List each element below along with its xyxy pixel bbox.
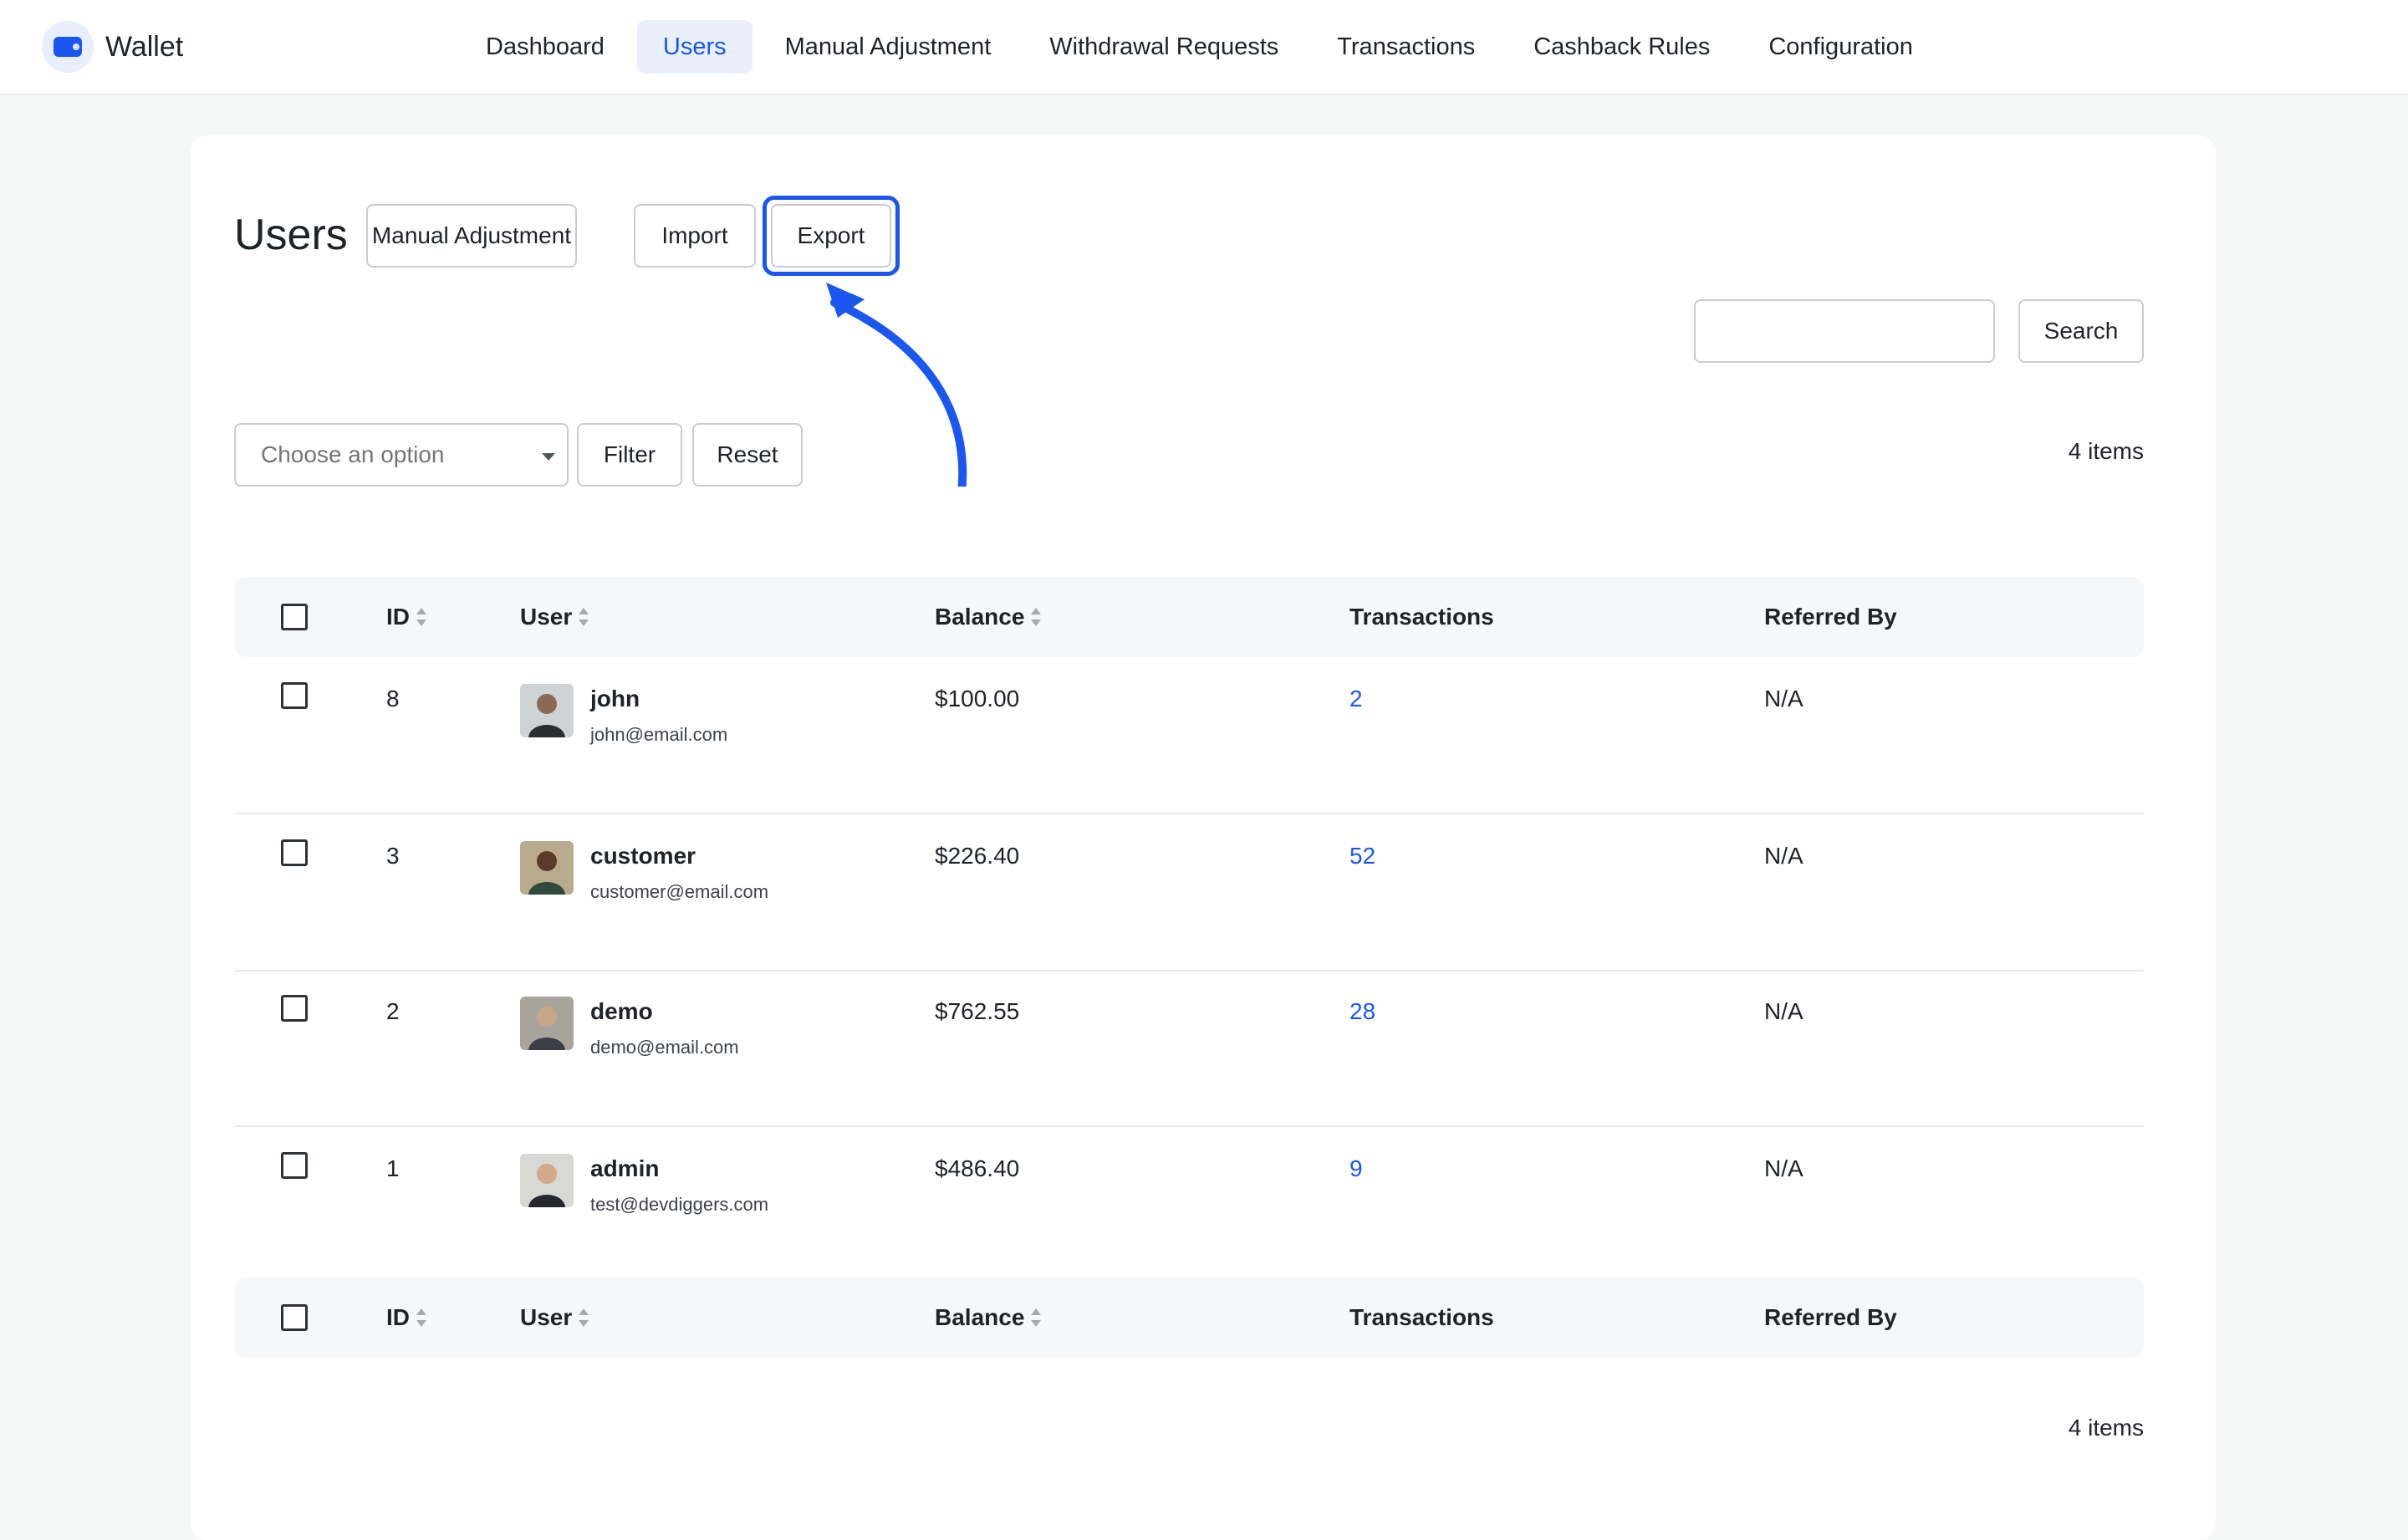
sort-icon: [416, 1307, 426, 1328]
brand[interactable]: Wallet: [42, 20, 183, 74]
user-name[interactable]: admin: [590, 1155, 659, 1182]
user-name[interactable]: demo: [590, 998, 653, 1025]
reset-button[interactable]: Reset: [692, 423, 803, 487]
app-name: Wallet: [105, 30, 184, 63]
user-name[interactable]: john: [590, 686, 640, 712]
balance: $762.55: [935, 998, 1020, 1024]
nav-item-users[interactable]: Users: [636, 20, 752, 74]
table-header: ID User Balance Transactions Referred By: [234, 577, 2144, 657]
avatar: [520, 1154, 574, 1207]
column-transactions: Transactions: [1349, 1304, 1494, 1330]
avatar: [520, 841, 574, 895]
nav-item-transactions[interactable]: Transactions: [1311, 20, 1501, 74]
user-email: john@email.com: [590, 724, 728, 745]
column-id-label: ID: [386, 604, 410, 630]
select-all-checkbox[interactable]: [281, 604, 308, 630]
sort-icon: [1031, 1307, 1042, 1328]
avatar: [520, 997, 574, 1050]
transactions-link[interactable]: 52: [1349, 843, 1375, 869]
user-email: customer@email.com: [590, 881, 769, 902]
items-count-bottom: 4 items: [2068, 1415, 2144, 1441]
nav-item-configuration[interactable]: Configuration: [1742, 20, 1939, 74]
row-id: 1: [386, 1155, 400, 1181]
column-balance[interactable]: Balance: [935, 577, 1042, 657]
items-count-top: 4 items: [2068, 438, 2144, 464]
chevron-down-icon: [542, 453, 555, 461]
transactions-link[interactable]: 9: [1349, 1155, 1363, 1182]
nav-item-withdrawal-requests[interactable]: Withdrawal Requests: [1023, 20, 1304, 74]
transactions-link[interactable]: 28: [1349, 998, 1375, 1025]
nav-item-manual-adjustment[interactable]: Manual Adjustment: [759, 20, 1018, 74]
row-id: 8: [386, 686, 400, 711]
main-nav: Dashboard Users Manual Adjustment Withdr…: [460, 20, 1946, 74]
row-checkbox[interactable]: [281, 839, 308, 866]
select-all-checkbox[interactable]: [281, 1304, 308, 1331]
referred-by: N/A: [1764, 1155, 1803, 1181]
referred-by: N/A: [1764, 998, 1803, 1024]
column-balance-label: Balance: [935, 604, 1025, 630]
wallet-icon: [42, 21, 94, 73]
column-balance-label: Balance: [935, 1304, 1025, 1330]
balance: $226.40: [935, 843, 1020, 869]
table-row: 8 john john@email.com $100.00 2 N/A: [234, 657, 2144, 814]
sort-icon: [1031, 606, 1042, 628]
user-name[interactable]: customer: [590, 843, 696, 869]
column-id-label: ID: [386, 1304, 410, 1330]
row-id: 3: [386, 843, 400, 869]
filter-select-placeholder: Choose an option: [261, 441, 445, 467]
column-id[interactable]: ID: [386, 1277, 426, 1358]
column-user-label: User: [520, 604, 573, 630]
search-input[interactable]: [1694, 299, 1995, 363]
balance: $100.00: [935, 686, 1020, 711]
column-user[interactable]: User: [520, 1277, 589, 1358]
filter-select[interactable]: Choose an option: [234, 423, 569, 487]
nav-item-dashboard[interactable]: Dashboard: [460, 20, 630, 74]
filter-button[interactable]: Filter: [577, 423, 682, 487]
column-referred-by: Referred By: [1764, 604, 1897, 630]
table-footer: ID User Balance Transactions Referred By: [234, 1277, 2144, 1358]
top-bar: Wallet Dashboard Users Manual Adjustment…: [0, 0, 2408, 95]
sort-icon: [416, 606, 426, 628]
column-balance[interactable]: Balance: [935, 1277, 1042, 1358]
avatar: [520, 684, 574, 737]
column-referred-by: Referred By: [1764, 1304, 1897, 1330]
balance: $486.40: [935, 1155, 1020, 1181]
sort-icon: [579, 1307, 589, 1328]
user-email: demo@email.com: [590, 1037, 739, 1058]
transactions-link[interactable]: 2: [1349, 686, 1363, 712]
column-id[interactable]: ID: [386, 577, 426, 657]
column-user[interactable]: User: [520, 577, 589, 657]
table-row: 1 admin test@devdiggers.com $486.40 9 N/…: [234, 1127, 2144, 1282]
table-row: 2 demo demo@email.com $762.55 28 N/A: [234, 970, 2144, 1127]
column-transactions: Transactions: [1349, 604, 1494, 630]
search-button[interactable]: Search: [2018, 299, 2144, 363]
referred-by: N/A: [1764, 843, 1803, 869]
table-row: 3 customer customer@email.com $226.40 52…: [234, 814, 2144, 971]
row-checkbox[interactable]: [281, 682, 308, 709]
users-card: Users Manual Adjustment Import Export Se…: [191, 135, 2216, 1540]
sort-icon: [579, 606, 589, 628]
column-user-label: User: [520, 1304, 573, 1330]
referred-by: N/A: [1764, 686, 1803, 711]
user-email: test@devdiggers.com: [590, 1194, 769, 1215]
row-checkbox[interactable]: [281, 1152, 308, 1179]
row-checkbox[interactable]: [281, 995, 308, 1022]
row-id: 2: [386, 998, 400, 1024]
nav-item-cashback-rules[interactable]: Cashback Rules: [1508, 20, 1736, 74]
